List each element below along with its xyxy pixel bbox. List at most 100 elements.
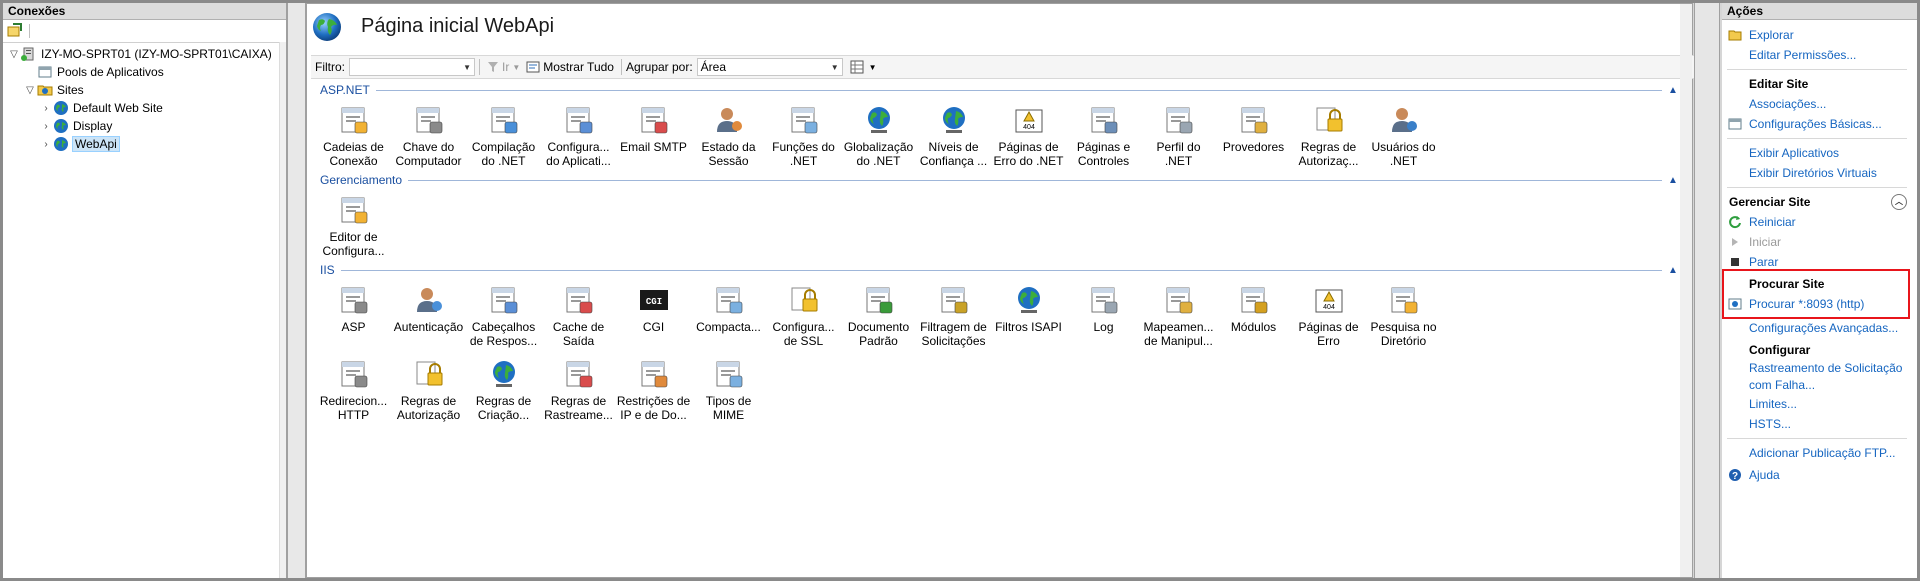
- bindings-action[interactable]: Associações...: [1727, 94, 1907, 114]
- feature-label: Funções do .NET: [772, 140, 835, 168]
- feature-item[interactable]: Regras de Autorizaç...: [1291, 98, 1366, 172]
- feature-item[interactable]: Chave do Computador: [391, 98, 466, 172]
- feature-label: Restrições de IP e de Do...: [616, 394, 691, 422]
- feature-item[interactable]: Editor de Configura...: [316, 188, 391, 262]
- feature-item[interactable]: Regras de Autorização: [391, 352, 466, 426]
- collapse-up-icon[interactable]: ︿: [1891, 194, 1907, 210]
- connections-tree[interactable]: ▽ IZY-MO-SPRT01 (IZY-MO-SPRT01\CAIXA) Pool…: [3, 43, 286, 153]
- features-scrollbar[interactable]: [1680, 4, 1692, 577]
- feature-item[interactable]: Tipos de MIME: [691, 352, 766, 426]
- feature-item[interactable]: Restrições de IP e de Do...: [616, 352, 691, 426]
- feature-item[interactable]: Regras de Criação...: [466, 352, 541, 426]
- collapse-up-icon[interactable]: ▲: [1662, 264, 1680, 276]
- feature-item[interactable]: Funções do .NET: [766, 98, 841, 172]
- session-state-icon: [713, 104, 745, 136]
- start-action[interactable]: Iniciar: [1727, 232, 1907, 252]
- feature-item[interactable]: Globalização do .NET: [841, 98, 916, 172]
- failed-request-tracing-action[interactable]: Rastreamento de Solicitação: [1727, 360, 1907, 376]
- group-header[interactable]: ASP.NET ▲: [320, 82, 1680, 98]
- connect-icon[interactable]: [7, 23, 23, 39]
- feature-item[interactable]: Perfil do .NET: [1141, 98, 1216, 172]
- connections-header: Conexões: [3, 3, 286, 20]
- play-icon: [1727, 234, 1743, 250]
- feature-item[interactable]: Redirecion... HTTP: [316, 352, 391, 426]
- left-splitter[interactable]: [287, 3, 306, 578]
- tree-node[interactable]: Pools de Aplicativos: [3, 63, 286, 81]
- tree-node[interactable]: ▽ IZY-MO-SPRT01 (IZY-MO-SPRT01\CAIXA): [3, 45, 286, 63]
- tree-expander-icon[interactable]: ▽: [23, 85, 37, 96]
- tree-node-label: Display: [73, 119, 113, 133]
- help-action[interactable]: ? Ajuda: [1727, 465, 1907, 485]
- basic-settings-action[interactable]: Configurações Básicas...: [1727, 114, 1907, 134]
- group-header[interactable]: Gerenciamento ▲: [320, 172, 1680, 188]
- feature-item[interactable]: Cache de Saída: [541, 278, 616, 352]
- go-button[interactable]: Ir ▼: [484, 60, 523, 74]
- advanced-settings-action[interactable]: Configurações Avançadas...: [1727, 318, 1907, 338]
- view-virtual-directories-action[interactable]: Exibir Diretórios Virtuais: [1727, 163, 1907, 183]
- tree-node[interactable]: › WebApi: [3, 135, 286, 153]
- restart-action[interactable]: Reiniciar: [1727, 212, 1907, 232]
- feature-label: Páginas de Erro: [1298, 320, 1359, 348]
- limits-action[interactable]: Limites...: [1727, 394, 1907, 414]
- request-filtering-icon: [938, 284, 970, 316]
- log-icon: [1088, 284, 1120, 316]
- failed-request-tracing-action-line2[interactable]: com Falha...: [1727, 376, 1907, 394]
- feature-item[interactable]: Filtros ISAPI: [991, 278, 1066, 352]
- feature-item[interactable]: Compacta...: [691, 278, 766, 352]
- feature-item[interactable]: Pesquisa no Diretório: [1366, 278, 1441, 352]
- view-mode-button[interactable]: ▼: [847, 60, 880, 74]
- feature-item[interactable]: Documento Padrão: [841, 278, 916, 352]
- feature-item[interactable]: Compilação do .NET: [466, 98, 541, 172]
- feature-item[interactable]: Log: [1066, 278, 1141, 352]
- collapse-up-icon[interactable]: ▲: [1662, 174, 1680, 186]
- actions-header: Ações: [1722, 3, 1917, 20]
- tree-node[interactable]: ▽ Sites: [3, 81, 286, 99]
- group-title: IIS: [320, 263, 341, 277]
- feature-item[interactable]: 404 Páginas de Erro: [1291, 278, 1366, 352]
- feature-item[interactable]: Páginas e Controles: [1066, 98, 1141, 172]
- feature-label: Cabeçalhos de Respos...: [469, 320, 538, 348]
- feature-item[interactable]: Estado da Sessão: [691, 98, 766, 172]
- feature-item[interactable]: ASP: [316, 278, 391, 352]
- feature-item[interactable]: Filtragem de Solicitações: [916, 278, 991, 352]
- ssl-settings-icon: [788, 284, 820, 316]
- webdav-rules-icon: [488, 358, 520, 390]
- feature-item[interactable]: Cabeçalhos de Respos...: [466, 278, 541, 352]
- tree-node[interactable]: › Display: [3, 117, 286, 135]
- feature-item[interactable]: 404 Páginas de Erro do .NET: [991, 98, 1066, 172]
- manage-site-heading: Gerenciar Site ︿: [1727, 192, 1907, 212]
- feature-item[interactable]: Módulos: [1216, 278, 1291, 352]
- feature-label: Cache de Saída: [552, 320, 605, 348]
- handler-mappings-icon: [1163, 284, 1195, 316]
- tree-expander-icon[interactable]: ›: [39, 103, 53, 114]
- feature-item[interactable]: Autenticação: [391, 278, 466, 352]
- tree-node[interactable]: › Default Web Site: [3, 99, 286, 117]
- feature-item[interactable]: Usuários do .NET: [1366, 98, 1441, 172]
- feature-item[interactable]: Níveis de Confiança ...: [916, 98, 991, 172]
- feature-item[interactable]: Cadeias de Conexão: [316, 98, 391, 172]
- tree-expander-icon[interactable]: ▽: [7, 49, 21, 60]
- feature-item[interactable]: Regras de Rastreame...: [541, 352, 616, 426]
- tree-expander-icon[interactable]: ›: [39, 121, 53, 132]
- edit-permissions-action[interactable]: Editar Permissões...: [1727, 45, 1907, 65]
- tree-expander-icon[interactable]: ›: [39, 139, 53, 150]
- feature-item[interactable]: Configura... de SSL: [766, 278, 841, 352]
- feature-label: Editor de Configura...: [322, 230, 385, 258]
- add-ftp-publishing-action[interactable]: Adicionar Publicação FTP...: [1727, 443, 1907, 463]
- feature-item[interactable]: Mapeamen... de Manipul...: [1141, 278, 1216, 352]
- net-roles-icon: [788, 104, 820, 136]
- right-splitter[interactable]: [1694, 3, 1720, 578]
- feature-item[interactable]: Configura... do Aplicati...: [541, 98, 616, 172]
- feature-item[interactable]: Email SMTP: [616, 98, 691, 172]
- feature-item[interactable]: CGI CGI: [616, 278, 691, 352]
- show-all-button[interactable]: Mostrar Tudo: [523, 60, 617, 74]
- connections-scrollbar[interactable]: [279, 42, 286, 578]
- collapse-up-icon[interactable]: ▲: [1662, 84, 1680, 96]
- feature-item[interactable]: Provedores: [1216, 98, 1291, 172]
- group-header[interactable]: IIS ▲: [320, 262, 1680, 278]
- filter-input[interactable]: ▼: [349, 58, 475, 76]
- hsts-action[interactable]: HSTS...: [1727, 414, 1907, 434]
- view-applications-action[interactable]: Exibir Aplicativos: [1727, 143, 1907, 163]
- explore-action[interactable]: Explorar: [1727, 25, 1907, 45]
- group-by-select[interactable]: Área ▼: [696, 58, 843, 76]
